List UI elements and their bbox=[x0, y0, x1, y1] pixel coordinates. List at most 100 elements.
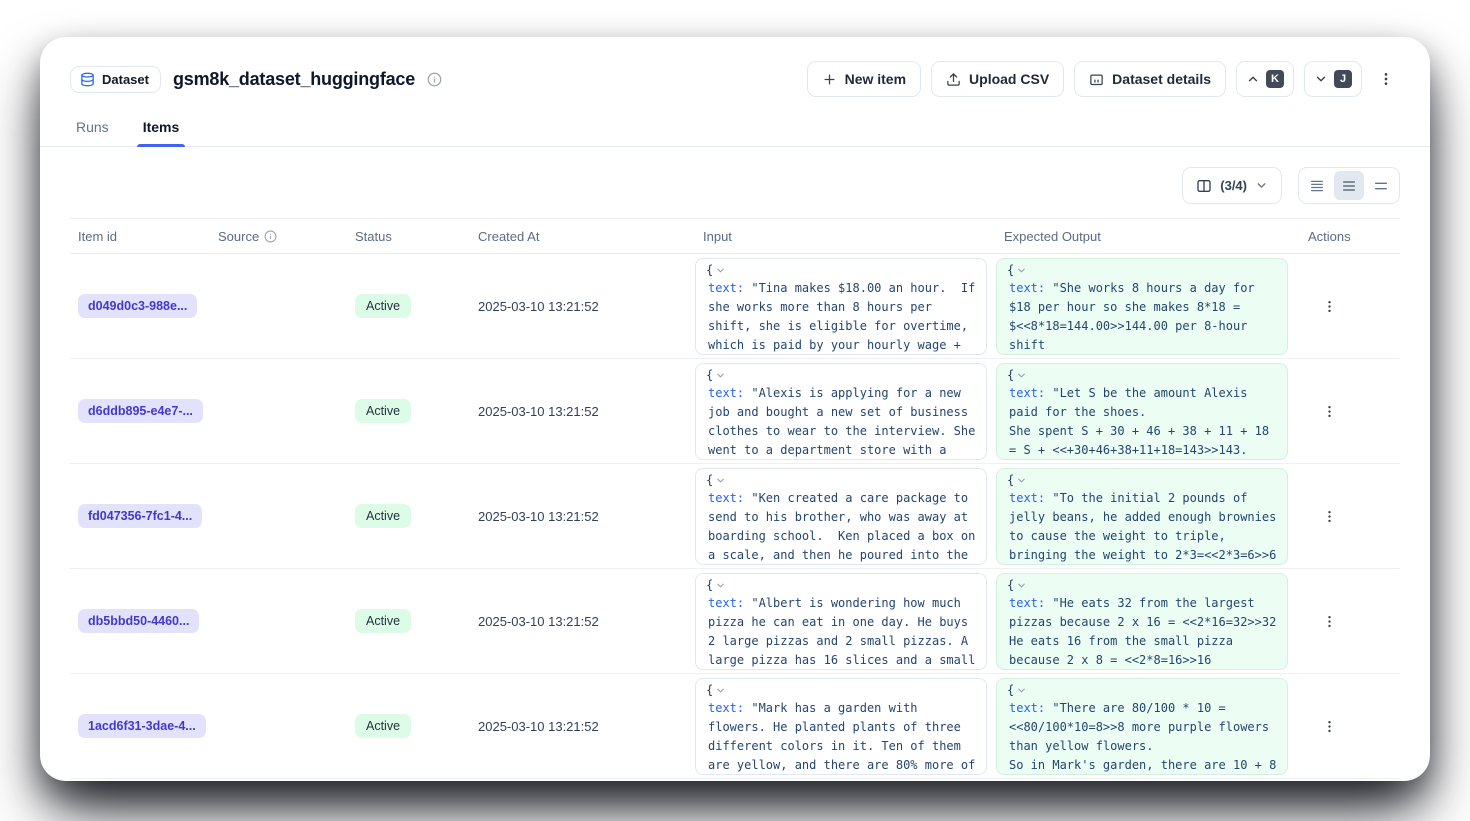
status-badge: Active bbox=[355, 294, 411, 318]
chevron-down-icon[interactable] bbox=[715, 475, 726, 486]
col-header-source[interactable]: Source bbox=[210, 229, 347, 244]
json-value: "Tina makes $18.00 an hour. If she works… bbox=[708, 281, 983, 355]
expected-output-cell: { text: "To the initial 2 pounds of jell… bbox=[996, 468, 1300, 565]
chevron-down-icon[interactable] bbox=[1016, 265, 1027, 276]
page-header: Dataset gsm8k_dataset_huggingface New it… bbox=[40, 37, 1430, 97]
kebab-menu-icon bbox=[1378, 71, 1394, 87]
col-header-created-at[interactable]: Created At bbox=[470, 229, 695, 244]
input-json-viewer[interactable]: { text: "Tina makes $18.00 an hour. If s… bbox=[695, 258, 987, 355]
output-json-viewer[interactable]: { text: "He eats 32 from the largest piz… bbox=[996, 573, 1288, 670]
new-item-label: New item bbox=[845, 71, 906, 87]
chevron-down-icon[interactable] bbox=[1016, 370, 1027, 381]
row-height-large-button[interactable] bbox=[1366, 171, 1396, 200]
json-value: "Let S be the amount Alexis paid for the… bbox=[1009, 386, 1276, 460]
input-json-viewer[interactable]: { text: "Ken created a care package to s… bbox=[695, 468, 987, 565]
status-badge: Active bbox=[355, 504, 411, 528]
table-row[interactable]: db5bbd50-4460... Active 2025-03-10 13:21… bbox=[70, 569, 1400, 674]
item-id-badge[interactable]: d6ddb895-e4e7-... bbox=[78, 399, 203, 423]
json-value: "She works 8 hours a day for $18 per hou… bbox=[1009, 281, 1284, 355]
tab-items[interactable]: Items bbox=[137, 111, 186, 146]
dataset-details-label: Dataset details bbox=[1112, 71, 1211, 87]
col-header-item-id[interactable]: Item id bbox=[70, 229, 210, 244]
table-body: d049d0c3-988e... Active 2025-03-10 13:21… bbox=[70, 254, 1400, 779]
col-header-status[interactable]: Status bbox=[347, 229, 470, 244]
status-badge: Active bbox=[355, 714, 411, 738]
chevron-down-icon[interactable] bbox=[1016, 475, 1027, 486]
tab-runs[interactable]: Runs bbox=[70, 111, 115, 146]
density-large-icon bbox=[1373, 178, 1389, 194]
output-json-viewer[interactable]: { text: "She works 8 hours a day for $18… bbox=[996, 258, 1288, 355]
json-open-brace: { bbox=[1007, 473, 1014, 487]
input-cell: { text: "Albert is wondering how much pi… bbox=[695, 573, 996, 670]
row-actions-button[interactable] bbox=[1316, 713, 1342, 739]
input-json-viewer[interactable]: { text: "Albert is wondering how much pi… bbox=[695, 573, 987, 670]
row-height-medium-button[interactable] bbox=[1334, 171, 1364, 200]
json-key: text: bbox=[708, 491, 744, 505]
chevron-down-icon[interactable] bbox=[715, 370, 726, 381]
json-open-brace: { bbox=[706, 473, 713, 487]
page-title: gsm8k_dataset_huggingface bbox=[173, 69, 415, 90]
input-json-viewer[interactable]: { text: "Mark has a garden with flowers.… bbox=[695, 678, 987, 775]
item-id-badge[interactable]: 1acd6f31-3dae-4... bbox=[78, 714, 206, 738]
table-row[interactable]: 1acd6f31-3dae-4... Active 2025-03-10 13:… bbox=[70, 674, 1400, 779]
created-at-value: 2025-03-10 13:21:52 bbox=[470, 614, 695, 629]
info-icon[interactable] bbox=[264, 230, 277, 243]
new-item-button[interactable]: New item bbox=[807, 61, 921, 97]
row-actions-button[interactable] bbox=[1316, 398, 1342, 424]
input-cell: { text: "Mark has a garden with flowers.… bbox=[695, 678, 996, 775]
info-icon[interactable] bbox=[427, 72, 442, 87]
actions-cell bbox=[1300, 713, 1400, 739]
dataset-details-button[interactable]: Dataset details bbox=[1074, 61, 1226, 97]
col-header-expected-output[interactable]: Expected Output bbox=[996, 229, 1300, 244]
table-row[interactable]: fd047356-7fc1-4... Active 2025-03-10 13:… bbox=[70, 464, 1400, 569]
item-id-cell: db5bbd50-4460... bbox=[70, 609, 210, 633]
dataset-details-icon bbox=[1089, 72, 1104, 87]
columns-count: (3/4) bbox=[1220, 178, 1247, 193]
input-json-viewer[interactable]: { text: "Alexis is applying for a new jo… bbox=[695, 363, 987, 460]
output-json-viewer[interactable]: { text: "Let S be the amount Alexis paid… bbox=[996, 363, 1288, 460]
input-cell: { text: "Ken created a care package to s… bbox=[695, 468, 996, 565]
json-open-brace: { bbox=[1007, 368, 1014, 382]
tab-bar: Runs Items bbox=[40, 111, 1430, 147]
created-at-value: 2025-03-10 13:21:52 bbox=[470, 299, 695, 314]
col-header-input[interactable]: Input bbox=[695, 229, 996, 244]
item-id-badge[interactable]: d049d0c3-988e... bbox=[78, 294, 197, 318]
chevron-down-icon[interactable] bbox=[715, 265, 726, 276]
table-row[interactable]: d049d0c3-988e... Active 2025-03-10 13:21… bbox=[70, 254, 1400, 359]
expected-output-cell: { text: "He eats 32 from the largest piz… bbox=[996, 573, 1300, 670]
status-cell: Active bbox=[347, 294, 470, 318]
chevron-down-icon[interactable] bbox=[1016, 580, 1027, 591]
json-value: "There are 80/100 * 10 = <<80/100*10=8>>… bbox=[1009, 701, 1284, 775]
json-value: "Alexis is applying for a new job and bo… bbox=[708, 386, 983, 460]
next-item-button[interactable]: J bbox=[1304, 61, 1362, 97]
output-json-viewer[interactable]: { text: "There are 80/100 * 10 = <<80/10… bbox=[996, 678, 1288, 775]
table-row[interactable]: d6ddb895-e4e7-... Active 2025-03-10 13:2… bbox=[70, 359, 1400, 464]
row-height-small-button[interactable] bbox=[1302, 171, 1332, 200]
chevron-down-icon[interactable] bbox=[715, 580, 726, 591]
json-key: text: bbox=[1009, 596, 1045, 610]
more-options-button[interactable] bbox=[1372, 61, 1400, 97]
shortcut-key-j: J bbox=[1334, 70, 1352, 88]
row-actions-button[interactable] bbox=[1316, 608, 1342, 634]
item-id-badge[interactable]: db5bbd50-4460... bbox=[78, 609, 199, 633]
density-medium-icon bbox=[1341, 178, 1357, 194]
json-value: "He eats 32 from the largest pizzas beca… bbox=[1009, 596, 1276, 670]
status-cell: Active bbox=[347, 399, 470, 423]
json-open-brace: { bbox=[706, 263, 713, 277]
col-header-actions: Actions bbox=[1300, 229, 1400, 244]
upload-csv-button[interactable]: Upload CSV bbox=[931, 61, 1064, 97]
row-actions-button[interactable] bbox=[1316, 503, 1342, 529]
dataset-badge-label: Dataset bbox=[102, 72, 149, 87]
actions-cell bbox=[1300, 398, 1400, 424]
chevron-down-icon[interactable] bbox=[715, 685, 726, 696]
columns-selector-button[interactable]: (3/4) bbox=[1182, 167, 1282, 204]
json-open-brace: { bbox=[1007, 578, 1014, 592]
previous-item-button[interactable]: K bbox=[1236, 61, 1294, 97]
density-small-icon bbox=[1309, 178, 1325, 194]
row-actions-button[interactable] bbox=[1316, 293, 1342, 319]
chevron-down-icon[interactable] bbox=[1016, 685, 1027, 696]
output-json-viewer[interactable]: { text: "To the initial 2 pounds of jell… bbox=[996, 468, 1288, 565]
status-badge: Active bbox=[355, 609, 411, 633]
created-at-value: 2025-03-10 13:21:52 bbox=[470, 404, 695, 419]
item-id-badge[interactable]: fd047356-7fc1-4... bbox=[78, 504, 202, 528]
